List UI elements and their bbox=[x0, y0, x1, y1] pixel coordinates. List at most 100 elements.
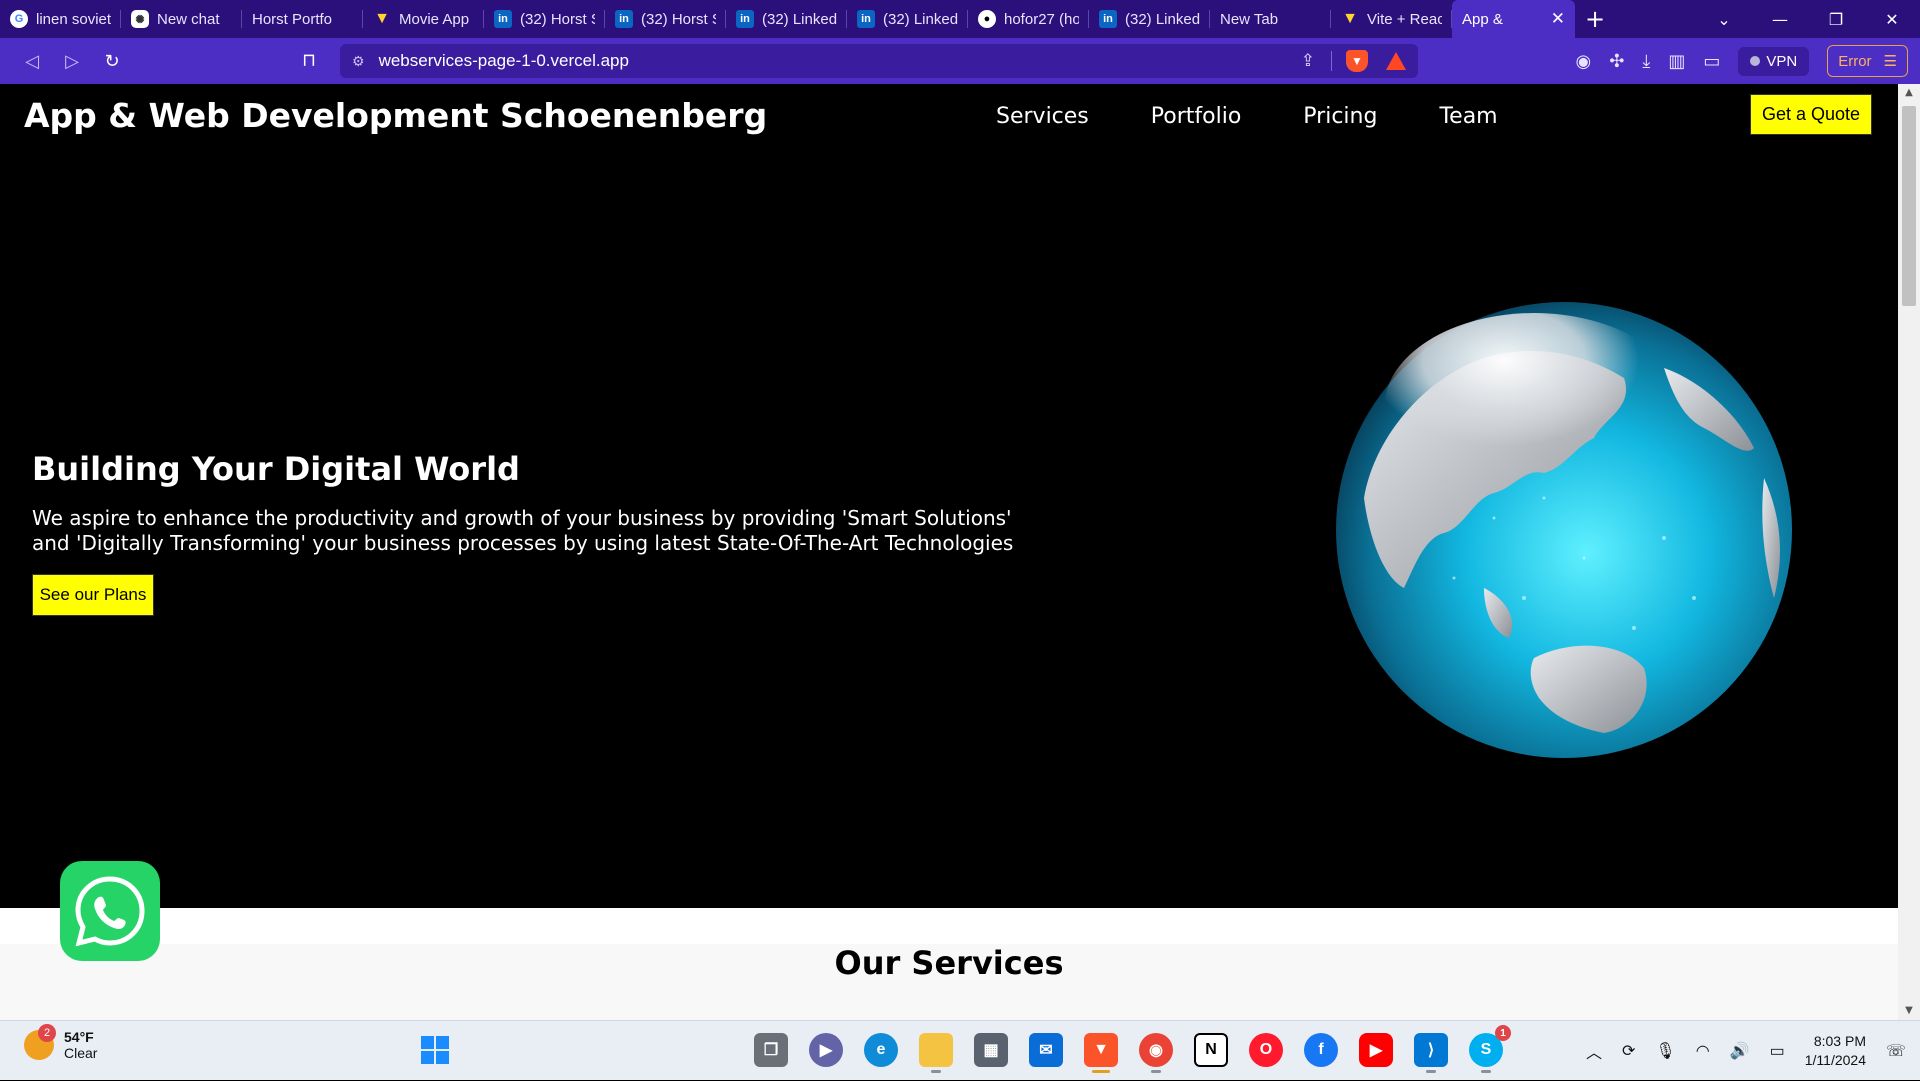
facebook-icon[interactable]: f bbox=[1304, 1033, 1338, 1067]
running-indicator bbox=[1151, 1070, 1161, 1073]
tab-7[interactable]: in (32) Linkedi bbox=[847, 0, 968, 38]
scrollbar-thumb[interactable] bbox=[1902, 106, 1916, 306]
toolbar-right: ◉ ✣ ⤓ ▥ ▭ VPN Error ☰ bbox=[1576, 44, 1908, 78]
main-nav: Services Portfolio Pricing Team bbox=[996, 104, 1498, 129]
opera-icon[interactable]: O bbox=[1249, 1033, 1283, 1067]
scroll-up-icon[interactable]: ▲ bbox=[1898, 84, 1920, 102]
window-controls: ⌄ — ❐ ✕ bbox=[1696, 0, 1920, 38]
tab-6[interactable]: in (32) Linkedi bbox=[726, 0, 847, 38]
tab-title: (32) Horst S bbox=[520, 10, 595, 28]
linkedin-icon: in bbox=[494, 10, 512, 28]
share-icon[interactable]: ⇪ bbox=[1301, 51, 1315, 71]
tab-10[interactable]: New Tab bbox=[1210, 0, 1331, 38]
url-text[interactable]: webservices-page-1-0.vercel.app bbox=[379, 51, 1301, 71]
windows-taskbar: 2 54°F Clear ❐ ▶ e ▦ ✉ ▼ ◉ N O f ▶ ⟩ S1 … bbox=[0, 1020, 1920, 1080]
address-bar: ◁ ▷ ↻ ⊓ ⚙ webservices-page-1-0.vercel.ap… bbox=[0, 38, 1920, 84]
wallet-icon[interactable]: ▭ bbox=[1703, 51, 1720, 72]
nav-services[interactable]: Services bbox=[996, 104, 1089, 129]
task-view-icon[interactable]: ❐ bbox=[754, 1033, 788, 1067]
start-icon[interactable] bbox=[418, 1033, 452, 1067]
nav-pricing[interactable]: Pricing bbox=[1303, 104, 1377, 129]
brand-title[interactable]: App & Web Development Schoenenberg bbox=[24, 96, 767, 135]
battery-icon[interactable]: ▭ bbox=[1770, 1041, 1785, 1061]
back-icon[interactable]: ◁ bbox=[12, 43, 52, 79]
url-field[interactable]: ⚙ webservices-page-1-0.vercel.app ⇪ ▼ bbox=[340, 44, 1418, 78]
see-plans-button[interactable]: See our Plans bbox=[32, 574, 154, 616]
tab-search-icon[interactable]: ⌄ bbox=[1696, 0, 1752, 38]
chrome-icon[interactable]: ◉ bbox=[1139, 1033, 1173, 1073]
clock[interactable]: 8:03 PM 1/11/2024 bbox=[1805, 1032, 1866, 1070]
active-indicator bbox=[1092, 1070, 1110, 1073]
youtube-icon[interactable]: ▶ bbox=[1359, 1033, 1393, 1067]
tab-1[interactable]: ✺ New chat bbox=[121, 0, 242, 38]
skype-icon[interactable]: S1 bbox=[1469, 1025, 1511, 1073]
tab-title: (32) Linkedi bbox=[1125, 10, 1200, 28]
tab-2[interactable]: ◍Horst Portfo bbox=[242, 0, 363, 38]
tab-12-active[interactable]: ◍App &✕ bbox=[1452, 0, 1575, 38]
weather-desc: Clear bbox=[64, 1045, 98, 1061]
download-icon[interactable]: ⤓ bbox=[1642, 51, 1650, 72]
tab-5[interactable]: in (32) Horst S bbox=[605, 0, 726, 38]
reload-icon[interactable]: ↻ bbox=[92, 43, 132, 79]
vscode-icon[interactable]: ⟩ bbox=[1414, 1033, 1448, 1073]
tab-bar: Glinen soviet ✺ New chat ◍Horst Portfo ▼ M… bbox=[0, 0, 1920, 38]
microsoft-store-icon[interactable]: ▦ bbox=[974, 1033, 1008, 1067]
forward-icon[interactable]: ▷ bbox=[52, 43, 92, 79]
tab-9[interactable]: in (32) Linkedi bbox=[1089, 0, 1210, 38]
tray-chevron-up-icon[interactable]: ︿ bbox=[1586, 1039, 1602, 1063]
microphone-icon[interactable]: 🎙 bbox=[1655, 1041, 1675, 1061]
hero-line-1: We aspire to enhance the productivity an… bbox=[32, 506, 1012, 530]
tab-0[interactable]: Glinen soviet bbox=[0, 0, 121, 38]
extension-icon[interactable]: ◉ bbox=[1576, 51, 1592, 72]
brave-shields-icon[interactable]: ▼ bbox=[1346, 50, 1368, 72]
file-explorer-icon[interactable] bbox=[919, 1033, 953, 1073]
tab-3[interactable]: ▼ Movie App bbox=[363, 0, 484, 38]
whatsapp-icon bbox=[75, 876, 145, 947]
github-icon: ● bbox=[978, 10, 996, 28]
linkedin-icon: in bbox=[857, 10, 875, 28]
menu-icon: ☰ bbox=[1883, 53, 1897, 70]
volume-icon[interactable]: 🔊 bbox=[1730, 1041, 1750, 1061]
page-scrollbar[interactable]: ▲ ▼ bbox=[1898, 84, 1920, 1020]
error-menu-button[interactable]: Error ☰ bbox=[1827, 45, 1908, 77]
vpn-button[interactable]: VPN bbox=[1738, 46, 1810, 76]
teams-chat-icon[interactable]: ▶ bbox=[809, 1033, 843, 1067]
restore-icon[interactable]: ❐ bbox=[1808, 0, 1864, 38]
vite-icon: ▼ bbox=[374, 10, 390, 27]
weather-badge: 2 bbox=[38, 1024, 56, 1042]
running-indicator bbox=[931, 1070, 941, 1073]
notion-icon[interactable]: N bbox=[1194, 1033, 1228, 1067]
brave-browser-icon[interactable]: ▼ bbox=[1084, 1033, 1118, 1073]
site-info-icon[interactable]: ⚙ bbox=[352, 53, 365, 70]
mail-icon[interactable]: ✉ bbox=[1029, 1033, 1063, 1067]
nav-portfolio[interactable]: Portfolio bbox=[1151, 104, 1242, 129]
services-title: Our Services bbox=[834, 944, 1064, 982]
sync-icon[interactable]: ⟳ bbox=[1622, 1041, 1635, 1061]
new-tab-button[interactable]: + bbox=[1575, 5, 1615, 33]
extensions-puzzle-icon[interactable]: ✣ bbox=[1609, 51, 1624, 72]
clock-date: 1/11/2024 bbox=[1804, 1052, 1866, 1068]
close-window-icon[interactable]: ✕ bbox=[1864, 0, 1920, 38]
notifications-icon[interactable]: ☏ bbox=[1886, 1041, 1906, 1061]
vpn-label: VPN bbox=[1766, 52, 1798, 70]
whatsapp-button[interactable] bbox=[60, 861, 160, 961]
close-tab-icon[interactable]: ✕ bbox=[1551, 9, 1565, 29]
hero-title: Building Your Digital World bbox=[32, 450, 520, 488]
tab-8[interactable]: ● hofor27 (ho bbox=[968, 0, 1089, 38]
vpn-status-icon bbox=[1750, 56, 1761, 66]
services-top-strip bbox=[0, 908, 1898, 944]
weather-widget[interactable]: 2 54°F Clear bbox=[24, 1024, 98, 1061]
tab-11[interactable]: ▼ Vite + Reac bbox=[1331, 0, 1452, 38]
minimize-icon[interactable]: — bbox=[1752, 0, 1808, 38]
tab-4[interactable]: in (32) Horst S bbox=[484, 0, 605, 38]
wifi-icon[interactable]: ◠ bbox=[1696, 1041, 1710, 1061]
tab-title: App & bbox=[1462, 10, 1503, 28]
brave-rewards-icon[interactable] bbox=[1386, 52, 1406, 70]
get-quote-button[interactable]: Get a Quote bbox=[1750, 94, 1872, 135]
sidebar-icon[interactable]: ▥ bbox=[1668, 51, 1685, 72]
tab-title: Vite + Reac bbox=[1367, 10, 1442, 28]
nav-team[interactable]: Team bbox=[1439, 104, 1497, 129]
scroll-down-icon[interactable]: ▼ bbox=[1898, 1002, 1920, 1020]
edge-icon[interactable]: e bbox=[864, 1033, 898, 1067]
bookmark-icon[interactable]: ⊓ bbox=[302, 50, 316, 71]
